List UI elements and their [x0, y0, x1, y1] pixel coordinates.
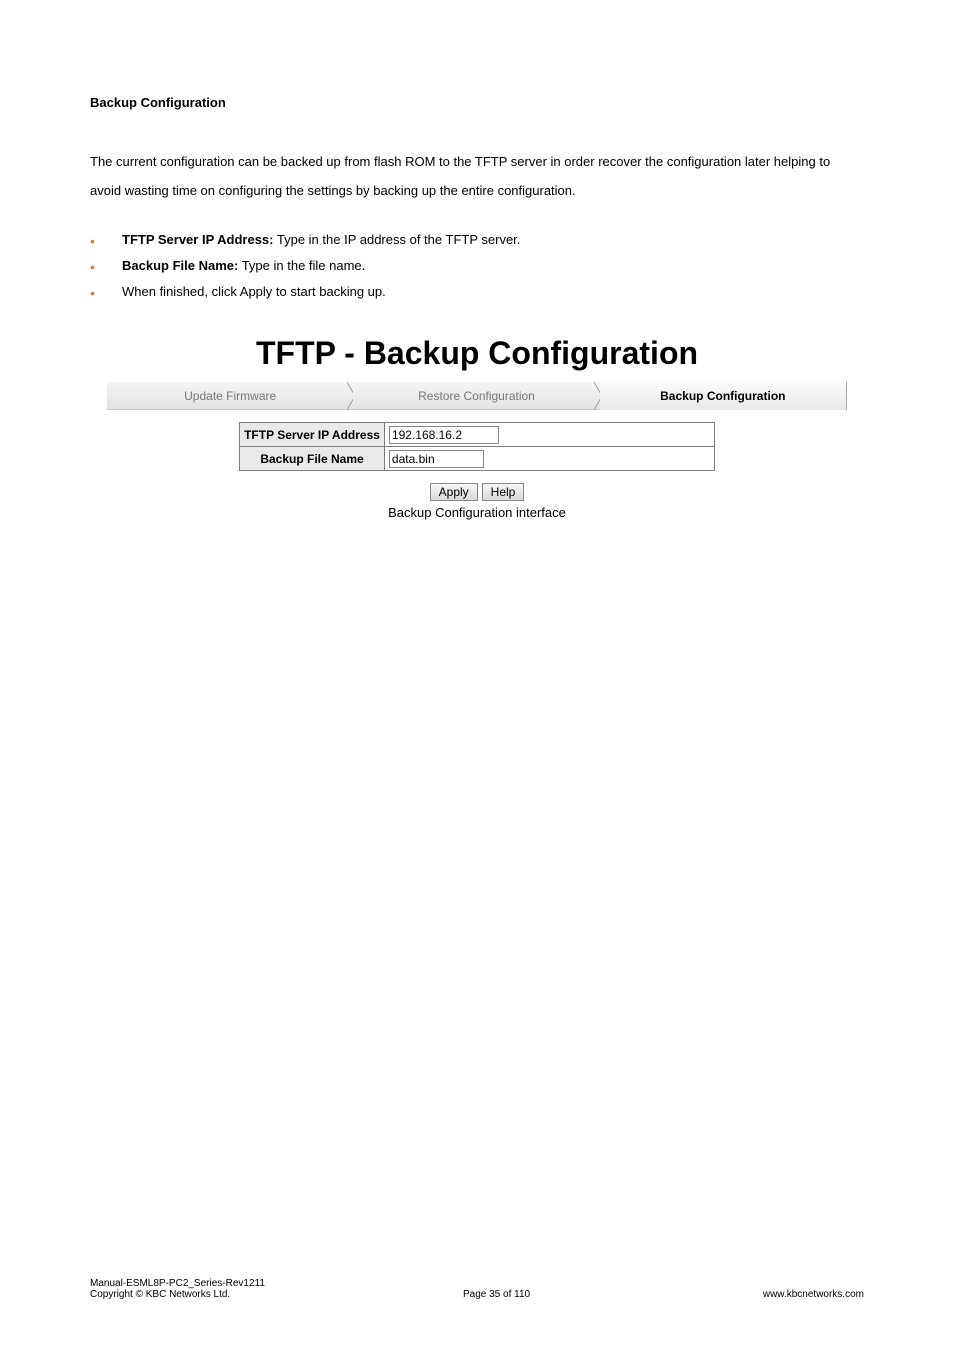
tab-backup-configuration[interactable]: Backup Configuration: [600, 382, 847, 410]
table-row: Backup File Name: [240, 447, 715, 471]
list-item: When finished, click Apply to start back…: [60, 279, 864, 305]
tab-label: Backup Configuration: [660, 389, 785, 403]
tab-label: Update Firmware: [184, 389, 276, 403]
page-footer: Manual-ESML8P-PC2_Series-Rev1211 Copyrig…: [90, 1278, 864, 1300]
bullet-label: TFTP Server IP Address:: [122, 232, 274, 247]
cell-tftp-server-ip: [384, 423, 714, 447]
tab-label: Restore Configuration: [418, 389, 535, 403]
tftp-server-ip-input[interactable]: [389, 426, 499, 444]
footer-copyright: Copyright © KBC Networks Ltd.: [90, 1289, 230, 1300]
bullet-label: Backup File Name:: [122, 258, 238, 273]
bullet-text: Type in the file name.: [238, 258, 365, 273]
cell-backup-file-name: [384, 447, 714, 471]
figure-title: TFTP - Backup Configuration: [90, 335, 864, 372]
buttons-row: Apply Help: [90, 483, 864, 501]
bullet-text: When finished, click Apply to start back…: [122, 284, 386, 299]
intro-paragraph: The current configuration can be backed …: [90, 148, 864, 205]
bullet-text: Type in the IP address of the TFTP serve…: [274, 232, 521, 247]
bullet-list: TFTP Server IP Address: Type in the IP a…: [60, 227, 864, 305]
table-row: TFTP Server IP Address: [240, 423, 715, 447]
help-button[interactable]: Help: [482, 483, 525, 501]
list-item: TFTP Server IP Address: Type in the IP a…: [60, 227, 864, 253]
list-item: Backup File Name: Type in the file name.: [60, 253, 864, 279]
figure-caption: Backup Configuration interface: [90, 505, 864, 520]
footer-page-number: Page 35 of 110: [463, 1289, 530, 1300]
label-backup-file-name: Backup File Name: [240, 447, 385, 471]
footer-url: www.kbcnetworks.com: [763, 1289, 864, 1300]
label-tftp-server-ip: TFTP Server IP Address: [240, 423, 385, 447]
backup-file-name-input[interactable]: [389, 450, 484, 468]
form-table: TFTP Server IP Address Backup File Name: [239, 422, 715, 471]
footer-manual-id: Manual-ESML8P-PC2_Series-Rev1211: [90, 1278, 864, 1289]
section-heading: Backup Configuration: [90, 95, 864, 110]
tab-restore-configuration[interactable]: Restore Configuration: [353, 382, 599, 410]
tab-update-firmware[interactable]: Update Firmware: [107, 382, 353, 410]
apply-button[interactable]: Apply: [430, 483, 478, 501]
tabs-container: Update Firmware Restore Configuration Ba…: [90, 382, 864, 410]
